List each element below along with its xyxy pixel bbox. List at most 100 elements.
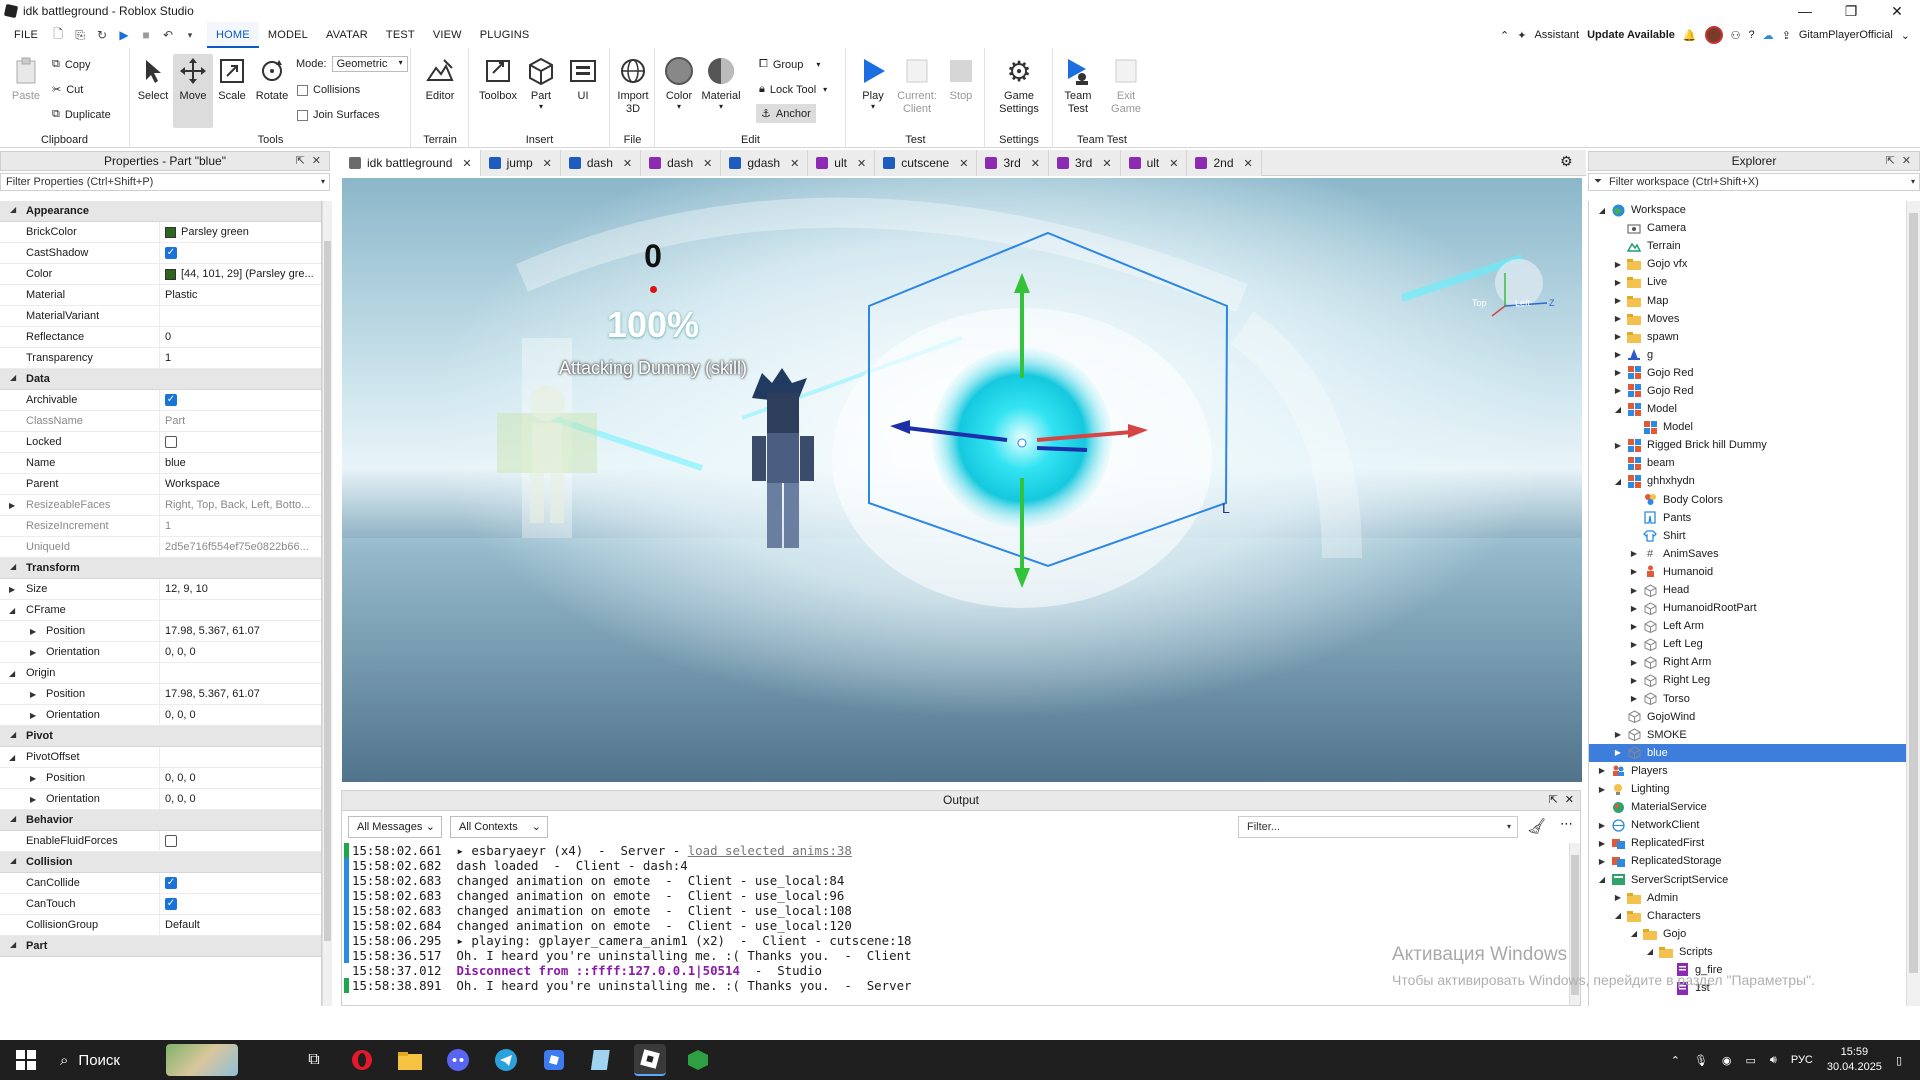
collapsed-arrow-icon[interactable]: ▶ xyxy=(1629,622,1639,631)
expanded-arrow-icon[interactable]: ◢ xyxy=(1629,929,1639,938)
collapsed-arrow-icon[interactable]: ▶ xyxy=(30,768,36,789)
property-value-cell[interactable]: [44, 101, 29] (Parsley gre... xyxy=(160,268,318,280)
property-value-cell[interactable]: 0, 0, 0 xyxy=(160,793,318,805)
tab-view[interactable]: VIEW xyxy=(424,22,471,48)
collapsed-arrow-icon[interactable]: ▶ xyxy=(1597,821,1607,830)
explorer-item[interactable]: ▶ Humanoid xyxy=(1589,563,1920,581)
property-value-cell[interactable]: ✓ xyxy=(160,877,318,889)
notification-center-icon[interactable]: ▯ xyxy=(1896,1054,1902,1067)
property-category[interactable]: ◢ Collision xyxy=(0,852,321,873)
group-button[interactable]: ⧠ Group ▾ xyxy=(759,58,820,71)
property-row[interactable]: ▶ Orientation 0, 0, 0 xyxy=(0,788,321,810)
copy-button[interactable]: ⧉ Copy xyxy=(52,58,91,71)
share-icon[interactable]: ⇪ xyxy=(1782,29,1791,42)
import-3d-button[interactable]: Import 3D xyxy=(613,56,653,116)
property-value[interactable]: blue xyxy=(165,457,186,469)
play-button[interactable]: Play ▾ xyxy=(853,56,893,111)
property-value-cell[interactable]: Default xyxy=(160,919,318,931)
collapsed-arrow-icon[interactable]: ▶ xyxy=(1613,278,1623,287)
collisions-toggle[interactable]: Collisions xyxy=(297,84,360,96)
property-value[interactable]: 0, 0, 0 xyxy=(165,646,196,658)
explorer-item[interactable]: ▶ ReplicatedFirst xyxy=(1589,834,1920,852)
collapsed-arrow-icon[interactable]: ▶ xyxy=(30,642,36,663)
quick-access-dropdown-icon[interactable]: ▾ xyxy=(181,27,199,43)
output-filter-input[interactable]: Filter... ▾ xyxy=(1238,816,1518,838)
collapsed-arrow-icon[interactable]: ▶ xyxy=(1613,260,1623,269)
more-options-icon[interactable]: ⋯ xyxy=(1560,816,1573,832)
view-cube-left-label[interactable]: Left xyxy=(1515,298,1530,308)
document-tab[interactable]: dash ✕ xyxy=(641,150,722,176)
property-value-cell[interactable]: 12, 9, 10 xyxy=(160,583,318,595)
property-row[interactable]: MaterialVariant xyxy=(0,305,321,327)
webcam-icon[interactable]: ◉ xyxy=(1722,1054,1732,1067)
game-settings-button[interactable]: ⚙ Game Settings xyxy=(990,56,1048,116)
explorer-item[interactable]: Pants xyxy=(1589,509,1920,527)
explorer-item[interactable]: Terrain xyxy=(1589,237,1920,255)
assistant-icon[interactable]: ✦ xyxy=(1517,29,1526,42)
close-icon[interactable]: ✕ xyxy=(1565,791,1574,810)
explorer-item[interactable]: ▶ Gojo Red xyxy=(1589,364,1920,382)
collapsed-arrow-icon[interactable]: ▶ xyxy=(1613,441,1623,450)
close-tab-icon[interactable]: ✕ xyxy=(1244,157,1253,170)
team-test-button[interactable]: Team Test xyxy=(1058,56,1098,116)
explorer-item[interactable]: ◢ Characters xyxy=(1589,907,1920,925)
explorer-item[interactable]: ◢ Model xyxy=(1589,400,1920,418)
update-available-button[interactable]: Update Available xyxy=(1587,29,1675,41)
collapsed-arrow-icon[interactable]: ▶ xyxy=(30,621,36,642)
cloud-icon[interactable]: ☁ xyxy=(1763,29,1774,42)
close-tab-icon[interactable]: ✕ xyxy=(959,157,968,170)
tab-plugins[interactable]: PLUGINS xyxy=(471,22,539,48)
collapsed-arrow-icon[interactable]: ▶ xyxy=(1597,839,1607,848)
explorer-item[interactable]: ▶ ReplicatedStorage xyxy=(1589,852,1920,870)
property-value-cell[interactable]: 0 xyxy=(160,331,318,343)
collapse-ribbon-icon[interactable]: ⌃ xyxy=(1500,29,1509,42)
collapsed-arrow-icon[interactable]: ▶ xyxy=(1629,567,1639,576)
expanded-arrow-icon[interactable]: ◢ xyxy=(1597,206,1607,215)
property-value-cell[interactable]: 1 xyxy=(160,520,318,532)
collisions-checkbox[interactable] xyxy=(297,84,308,96)
document-tab[interactable]: gdash ✕ xyxy=(721,150,809,176)
tab-home[interactable]: HOME xyxy=(207,22,259,48)
document-tab[interactable]: idk battleground ✕ xyxy=(341,150,481,176)
scale-tool-button[interactable]: Scale xyxy=(212,56,252,102)
undock-icon[interactable]: ⇱ xyxy=(296,152,305,170)
log-line[interactable]: 15:58:02.682 dash loaded - Client - dash… xyxy=(344,858,1568,873)
scrollbar-thumb[interactable] xyxy=(1909,213,1918,973)
property-row[interactable]: ▶ Position 0, 0, 0 xyxy=(0,767,321,789)
log-line[interactable]: 15:58:36.517 Oh. I heard you're uninstal… xyxy=(344,948,1568,963)
explorer-item[interactable]: ▶ Admin xyxy=(1589,889,1920,907)
discord-icon[interactable] xyxy=(442,1044,474,1076)
toolbox-button[interactable]: Toolbox xyxy=(478,56,518,102)
clear-output-broom-icon[interactable]: 🧹︎ xyxy=(1527,817,1546,835)
windows-start-icon[interactable] xyxy=(10,1044,42,1076)
close-tab-icon[interactable]: ✕ xyxy=(1169,157,1178,170)
explorer-item[interactable]: ▶ g xyxy=(1589,346,1920,364)
ui-button[interactable]: UI xyxy=(563,56,603,102)
property-value-cell[interactable]: Workspace xyxy=(160,478,318,490)
account-dropdown-icon[interactable]: ⌄ xyxy=(1901,29,1910,42)
explorer-item[interactable]: ◢ ghhxhydn xyxy=(1589,472,1920,490)
current-client-button[interactable]: Current: Client xyxy=(895,56,939,116)
color-button[interactable]: Color ▾ xyxy=(659,56,699,111)
minimize-button[interactable]: — xyxy=(1782,0,1828,22)
viewport-settings-gear-icon[interactable]: ⚙ xyxy=(1560,153,1573,170)
collapsed-arrow-icon[interactable]: ▶ xyxy=(1629,586,1639,595)
property-value-cell[interactable]: 17.98, 5.367, 61.07 xyxy=(160,625,318,637)
part-button[interactable]: Part ▾ xyxy=(521,56,561,111)
roblox-studio-taskbar-icon[interactable] xyxy=(634,1044,666,1076)
log-line[interactable]: 15:58:02.661 ▸ esbaryaeyr (x4) - Server … xyxy=(344,843,1568,858)
property-category[interactable]: ◢ Behavior xyxy=(0,810,321,831)
redo-icon[interactable]: ↻ xyxy=(93,27,111,43)
property-value[interactable]: 17.98, 5.367, 61.07 xyxy=(165,625,260,637)
document-tab[interactable]: jump ✕ xyxy=(480,150,561,176)
collapsed-arrow-icon[interactable]: ▶ xyxy=(1613,386,1623,395)
explorer-item[interactable]: ▶ HumanoidRootPart xyxy=(1589,599,1920,617)
stop-button[interactable]: Stop xyxy=(941,56,981,102)
undock-icon[interactable]: ⇱ xyxy=(1886,152,1895,170)
property-row[interactable]: ▶ Orientation 0, 0, 0 xyxy=(0,704,321,726)
explorer-item[interactable]: ▶ Moves xyxy=(1589,310,1920,328)
close-tab-icon[interactable]: ✕ xyxy=(1102,157,1111,170)
avatar[interactable] xyxy=(1704,26,1723,44)
property-value[interactable]: Parsley green xyxy=(181,226,249,238)
property-value-cell[interactable]: Part xyxy=(160,415,318,427)
